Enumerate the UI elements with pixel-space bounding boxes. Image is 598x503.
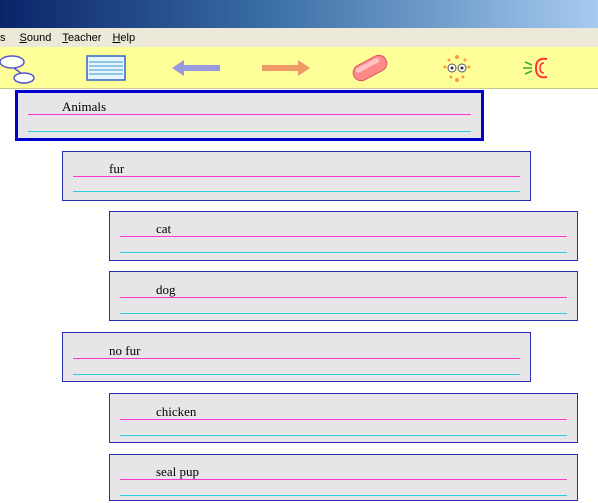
back-arrow-icon[interactable] — [172, 47, 222, 89]
eraser-icon[interactable] — [348, 47, 392, 89]
bottom-guide-line — [120, 435, 567, 436]
menu-item-teacher[interactable]: Teacher — [62, 32, 101, 44]
card-text: dog — [156, 282, 176, 297]
outline-card-fur[interactable]: fur — [62, 151, 531, 201]
card-text: fur — [109, 161, 125, 176]
top-guide-line — [73, 358, 520, 359]
menu-bar: s Sound Teacher Help — [0, 28, 598, 47]
outline-card-cat[interactable]: cat — [109, 211, 578, 261]
menu-item-sound[interactable]: Sound — [20, 32, 52, 44]
top-guide-line — [120, 419, 567, 420]
card-text: no fur — [109, 343, 141, 358]
listen-ear-icon[interactable] — [520, 47, 556, 89]
menu-item-help[interactable]: Help — [112, 32, 135, 44]
top-guide-line — [28, 114, 471, 115]
forward-arrow-icon[interactable] — [260, 47, 310, 89]
lined-note-icon[interactable] — [86, 47, 126, 89]
outline-card-dog[interactable]: dog — [109, 271, 578, 321]
top-guide-line — [73, 176, 520, 177]
outline-card-no-fur[interactable]: no fur — [62, 332, 531, 382]
card-text: chicken — [156, 404, 197, 419]
outline-card-seal-pup[interactable]: seal pup — [109, 454, 578, 501]
outline-card-animals[interactable]: Animals — [15, 90, 484, 141]
bottom-guide-line — [120, 495, 567, 496]
outline-card-chicken[interactable]: chicken — [109, 393, 578, 443]
look-eyes-icon[interactable] — [437, 47, 477, 89]
top-guide-line — [120, 479, 567, 480]
bottom-guide-line — [120, 313, 567, 314]
card-text: Animals — [62, 99, 107, 114]
diagram-icon[interactable] — [0, 47, 40, 89]
menu-item-partial[interactable]: s — [0, 32, 6, 44]
toolbar — [0, 47, 598, 89]
card-text: cat — [156, 221, 172, 236]
card-text: seal pup — [156, 464, 199, 479]
top-guide-line — [120, 297, 567, 298]
window-title-bar — [0, 0, 598, 28]
top-guide-line — [120, 236, 567, 237]
bottom-guide-line — [28, 131, 471, 132]
bottom-guide-line — [120, 252, 567, 253]
bottom-guide-line — [73, 374, 520, 375]
bottom-guide-line — [73, 191, 520, 192]
